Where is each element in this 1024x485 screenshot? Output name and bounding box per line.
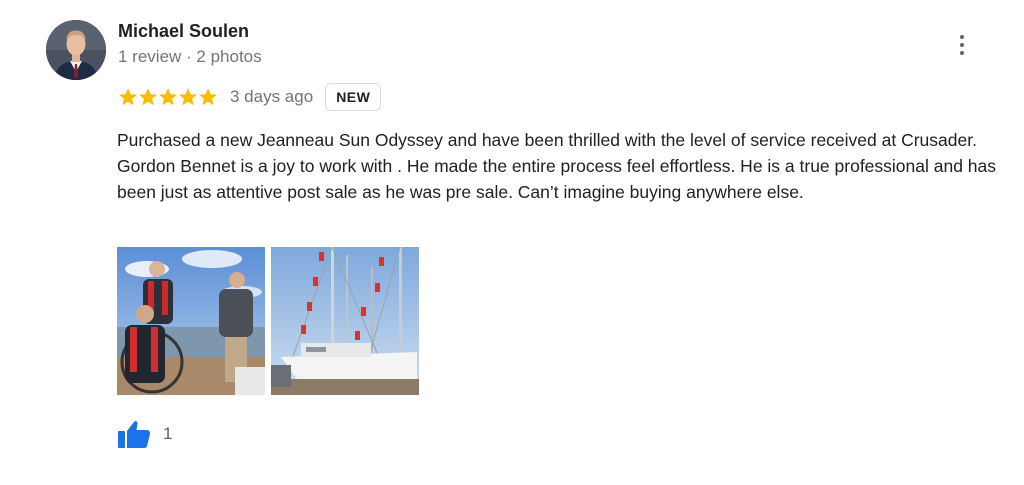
more-options-button[interactable] xyxy=(948,30,976,60)
review-photo-1[interactable] xyxy=(117,247,265,395)
author-name[interactable]: Michael Soulen xyxy=(118,21,249,42)
review-photo-2[interactable] xyxy=(271,247,419,395)
star-icon xyxy=(119,88,137,106)
star-icon xyxy=(139,88,157,106)
new-badge: NEW xyxy=(325,83,382,111)
more-vert-icon xyxy=(960,35,964,39)
like-count: 1 xyxy=(163,424,173,443)
marina-yacht-photo xyxy=(271,247,419,395)
review-text: Purchased a new Jeanneau Sun Odyssey and… xyxy=(117,130,997,202)
like-row: 1 xyxy=(117,418,172,450)
rating-row: 3 days ago NEW xyxy=(118,81,382,113)
star-icon xyxy=(159,88,177,106)
thumbs-up-icon xyxy=(118,421,151,448)
star-icon xyxy=(179,88,197,106)
sailing-crew-photo xyxy=(117,247,265,395)
review-card: Michael Soulen 1 review · 2 photos 3 day… xyxy=(0,0,1024,485)
more-vert-icon-dot xyxy=(960,43,964,47)
author-avatar[interactable] xyxy=(46,20,106,80)
star-rating xyxy=(118,87,218,107)
author-review-count: 1 review · 2 photos xyxy=(118,47,262,66)
more-vert-icon-dot xyxy=(960,51,964,55)
star-icon xyxy=(199,88,217,106)
like-button[interactable] xyxy=(117,418,153,450)
review-date: 3 days ago xyxy=(230,87,314,106)
